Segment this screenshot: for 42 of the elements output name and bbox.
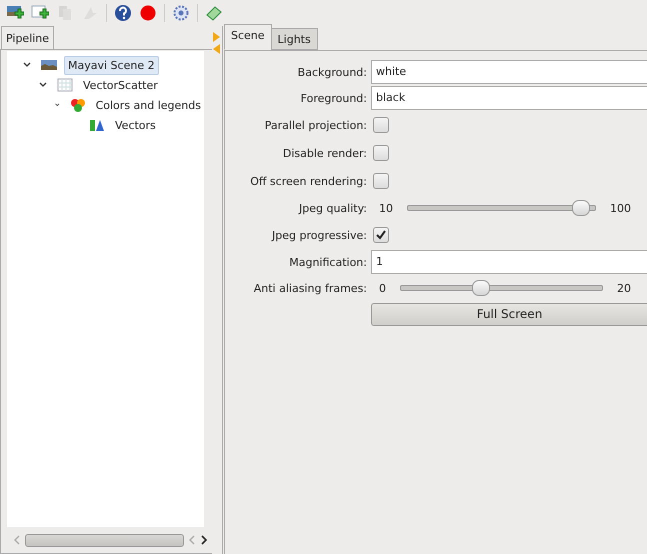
input-field[interactable]: white — [371, 60, 647, 84]
help-icon[interactable] — [114, 4, 132, 22]
record-icon[interactable] — [139, 4, 157, 22]
pipeline-tab[interactable]: Pipeline — [1, 26, 54, 50]
slider-min-label: 10 — [379, 202, 393, 214]
checkbox[interactable] — [373, 227, 389, 243]
splitter-handle-icon[interactable] — [213, 30, 221, 56]
tab[interactable]: Lights — [270, 28, 318, 50]
slider-thumb[interactable] — [472, 280, 490, 296]
grid-icon — [57, 78, 73, 92]
slider-thumb[interactable] — [572, 200, 590, 216]
field-label: Magnification: — [288, 256, 368, 268]
input-field[interactable]: 1 — [371, 250, 647, 274]
field-label: Off screen rendering: — [249, 174, 368, 188]
full-screen-button[interactable]: Full Screen — [371, 302, 647, 326]
field-label: Disable render: — [282, 146, 368, 160]
tree-item[interactable]: Vectors — [112, 116, 159, 134]
tree-item[interactable]: VectorScatter — [80, 76, 161, 94]
scroll-right-icon[interactable] — [200, 535, 208, 545]
checkbox[interactable] — [373, 173, 389, 189]
slider-max-label: 100 — [610, 202, 631, 214]
field-label: Anti aliasing frames: — [252, 282, 368, 294]
color-dots-icon — [70, 98, 86, 112]
input-field[interactable]: black — [371, 86, 647, 110]
gear-icon[interactable] — [172, 4, 190, 22]
tree-item[interactable]: Colors and legends — [92, 96, 204, 114]
scroll-left-icon[interactable] — [13, 535, 21, 545]
field-label: Parallel projection: — [264, 118, 368, 132]
checkbox[interactable] — [373, 117, 389, 133]
field-label: Jpeg quality: — [298, 202, 368, 214]
scrollbar-thumb[interactable] — [25, 534, 184, 546]
field-label: Background: — [296, 66, 368, 78]
slider-max-label: 20 — [617, 282, 631, 294]
field-label: Foreground: — [300, 92, 368, 104]
slider-track[interactable] — [407, 200, 596, 216]
tree-item[interactable]: Mayavi Scene 2 — [64, 56, 159, 74]
checkbox[interactable] — [373, 145, 389, 161]
tab[interactable]: Scene — [224, 24, 272, 50]
slider-min-label: 0 — [379, 282, 386, 294]
slider-track[interactable] — [400, 280, 603, 296]
landscape-icon — [41, 58, 57, 72]
field-label: Jpeg progressive: — [270, 228, 368, 242]
